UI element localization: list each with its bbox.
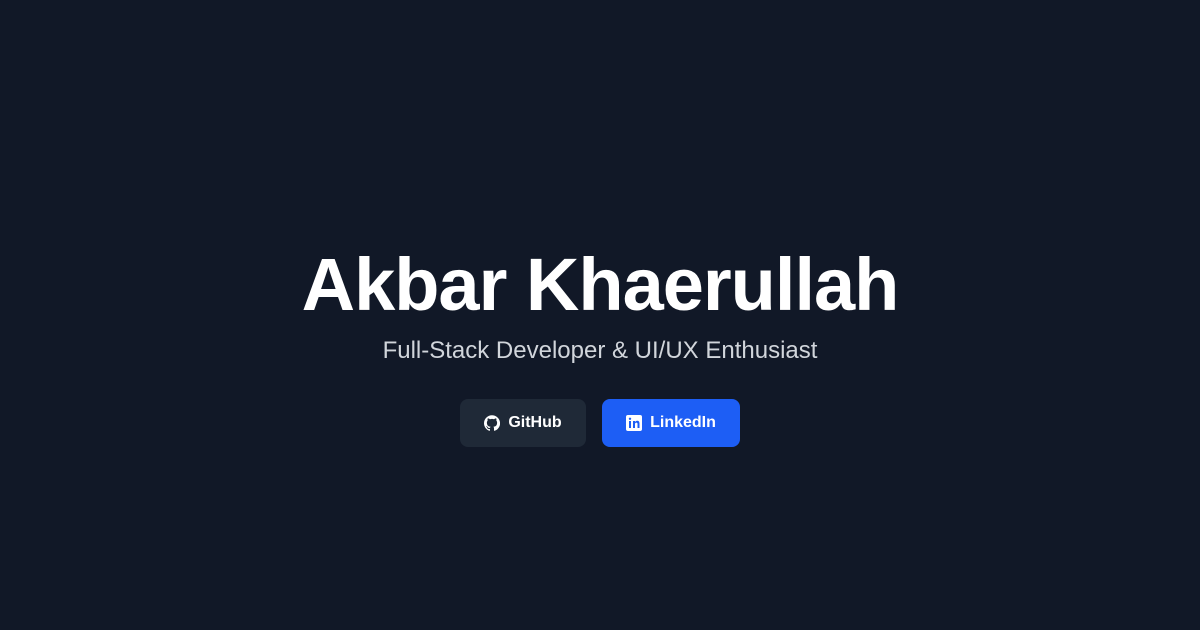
linkedin-label: LinkedIn xyxy=(650,414,716,431)
profile-tagline: Full-Stack Developer & UI/UX Enthusiast xyxy=(382,337,818,364)
social-links: GitHub LinkedIn xyxy=(0,399,1200,447)
github-icon xyxy=(484,415,501,431)
github-label: GitHub xyxy=(508,414,562,431)
linkedin-icon xyxy=(626,415,643,431)
linkedin-button[interactable]: LinkedIn xyxy=(602,399,740,447)
github-button[interactable]: GitHub xyxy=(460,399,586,447)
profile-name: Akbar Khaerullah xyxy=(301,243,900,326)
hero-section: Akbar Khaerullah Full-Stack Developer & … xyxy=(0,0,1200,630)
